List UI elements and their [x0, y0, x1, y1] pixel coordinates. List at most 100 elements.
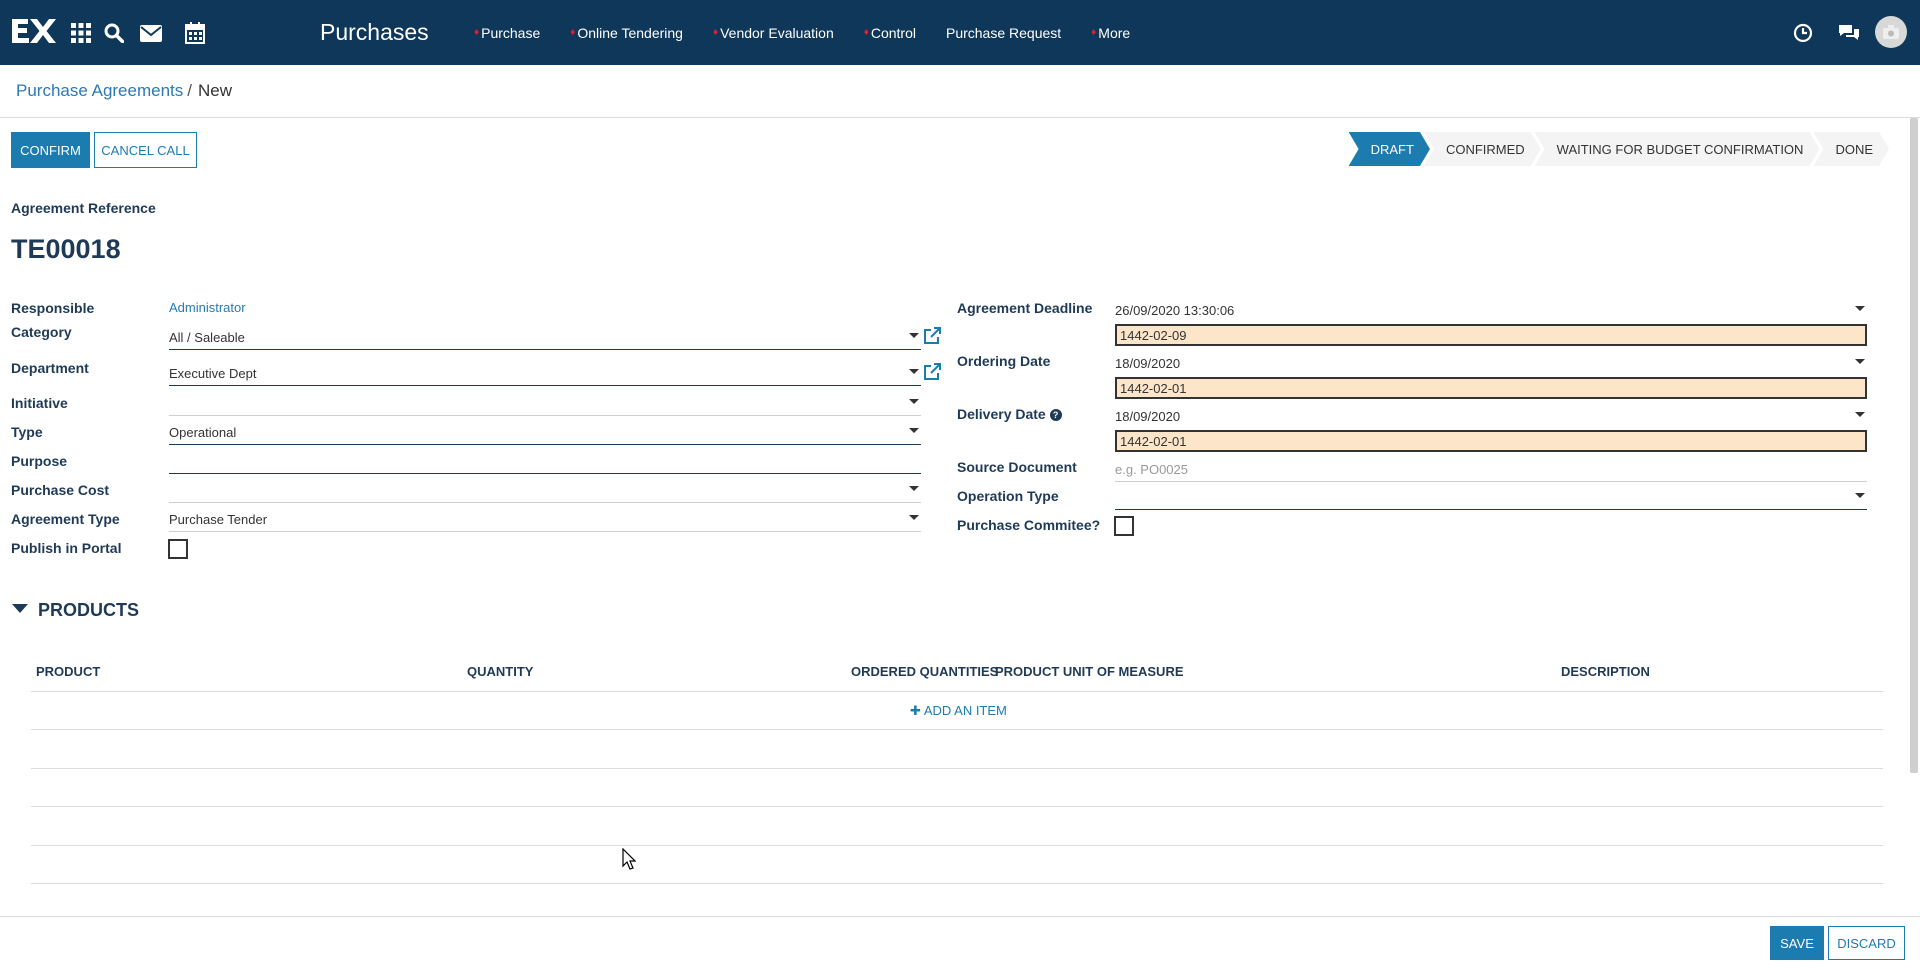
- menu-item-purchase-request[interactable]: Purchase Request: [946, 25, 1061, 41]
- confirm-button[interactable]: CONFIRM: [11, 132, 90, 168]
- delivery-date-value: 18/09/2020: [1115, 409, 1181, 424]
- menu-item-purchase[interactable]: ♦ Purchase: [474, 25, 540, 41]
- column-header-description[interactable]: DESCRIPTION: [1561, 664, 1650, 679]
- purchase-committee-checkbox[interactable]: [1114, 516, 1134, 536]
- discard-button[interactable]: DISCARD: [1828, 926, 1905, 960]
- purpose-label: Purpose: [11, 453, 68, 469]
- table-row: [31, 769, 1883, 807]
- chevron-down-icon: [1855, 493, 1865, 498]
- category-value: All / Saleable: [169, 330, 245, 345]
- dropdown-dot-icon: ♦: [712, 27, 719, 38]
- chevron-down-icon: [909, 333, 919, 338]
- chevron-down-icon: [909, 486, 919, 491]
- search-icon[interactable]: [101, 20, 127, 46]
- dropdown-dot-icon: ♦: [863, 27, 869, 38]
- activity-clock-icon[interactable]: [1790, 20, 1816, 46]
- source-document-label: Source Document: [957, 459, 1077, 475]
- department-value: Executive Dept: [169, 366, 257, 381]
- status-stage-done[interactable]: DONE: [1813, 132, 1889, 166]
- delivery-date-input[interactable]: 18/09/2020: [1115, 403, 1867, 429]
- category-label: Category: [11, 324, 72, 340]
- column-header-quantity[interactable]: QUANTITY: [467, 664, 533, 679]
- external-link-icon[interactable]: [922, 362, 942, 382]
- breadcrumb: Purchase Agreements / New: [16, 81, 232, 101]
- ordering-date-value: 18/09/2020: [1115, 356, 1181, 371]
- status-stage-waiting-budget[interactable]: WAITING FOR BUDGET CONFIRMATION: [1535, 132, 1820, 166]
- responsible-value-link[interactable]: Administrator: [169, 300, 246, 315]
- agreement-type-value: Purchase Tender: [169, 512, 268, 527]
- top-navbar: Purchases ♦ Purchase ♦ Online Tendering ♦ V…: [0, 0, 1920, 65]
- save-button[interactable]: SAVE: [1770, 926, 1824, 960]
- products-section-toggle[interactable]: PRODUCTS: [12, 600, 139, 621]
- agreement-reference-value: TE00018: [11, 234, 121, 264]
- action-bar: CONFIRM CANCEL CALL DRAFT CONFIRMED WAIT…: [0, 118, 1905, 184]
- menu-item-control[interactable]: ♦ Control: [864, 25, 916, 41]
- initiative-label: Initiative: [11, 395, 68, 411]
- column-header-ordered-quantities[interactable]: ORDERED QUANTITIES: [851, 664, 998, 679]
- agreement-deadline-value: 26/09/2020 13:30:06: [1115, 303, 1235, 318]
- chevron-down-icon: [1855, 412, 1865, 417]
- breadcrumb-bar: Purchase Agreements / New: [0, 65, 1920, 118]
- user-avatar[interactable]: [1875, 16, 1907, 48]
- column-header-product-uom[interactable]: PRODUCT UNIT OF MEASURE: [995, 664, 1184, 679]
- calendar-icon[interactable]: [182, 20, 208, 46]
- type-value: Operational: [169, 425, 237, 440]
- plus-icon: ✚: [910, 703, 921, 718]
- chevron-down-icon: [909, 369, 919, 374]
- chat-icon[interactable]: [1836, 20, 1862, 46]
- initiative-select[interactable]: [169, 390, 921, 416]
- products-table-header: PRODUCT QUANTITY ORDERED QUANTITIES PROD…: [31, 652, 1883, 692]
- agreement-type-select[interactable]: Purchase Tender: [169, 506, 921, 532]
- table-row: [31, 846, 1883, 884]
- app-logo-icon[interactable]: [10, 16, 56, 46]
- scrollbar[interactable]: [1910, 118, 1918, 773]
- publish-in-portal-checkbox[interactable]: [168, 539, 188, 559]
- dropdown-dot-icon: ♦: [474, 27, 480, 38]
- type-select[interactable]: Operational: [169, 419, 921, 445]
- menu-label: Purchase Request: [945, 24, 1062, 41]
- menu-label: Purchase: [481, 24, 541, 41]
- chevron-down-icon: [909, 515, 919, 520]
- menu-label: More: [1098, 24, 1131, 41]
- caret-down-icon: [12, 604, 28, 613]
- ordering-date-label: Ordering Date: [957, 353, 1051, 369]
- type-label: Type: [11, 424, 43, 440]
- operation-type-select[interactable]: [1115, 484, 1867, 510]
- agreement-deadline-label: Agreement Deadline: [957, 300, 1093, 316]
- menu-item-online-tendering[interactable]: ♦ Online Tendering: [570, 25, 683, 41]
- agreement-deadline-input[interactable]: 26/09/2020 13:30:06: [1115, 297, 1867, 323]
- category-select[interactable]: All / Saleable: [169, 324, 921, 350]
- status-stage-draft[interactable]: DRAFT: [1349, 132, 1430, 166]
- menu-item-more[interactable]: ♦ More: [1091, 25, 1130, 41]
- delivery-date-hijri-field[interactable]: 1442-02-01: [1115, 430, 1867, 452]
- mouse-cursor-icon: [622, 847, 637, 870]
- apps-grid-icon[interactable]: [68, 20, 94, 46]
- purchase-cost-select[interactable]: [169, 477, 921, 503]
- cancel-call-button[interactable]: CANCEL CALL: [94, 132, 197, 168]
- mail-icon[interactable]: [138, 20, 164, 46]
- external-link-icon[interactable]: [922, 326, 942, 346]
- agreement-reference-label: Agreement Reference: [11, 200, 156, 216]
- help-question-icon[interactable]: ?: [1049, 409, 1062, 421]
- add-an-item-label: ADD AN ITEM: [923, 703, 1007, 718]
- menu-label: Online Tendering: [577, 24, 683, 41]
- ordering-date-hijri-field[interactable]: 1442-02-01: [1115, 377, 1867, 399]
- publish-in-portal-label: Publish in Portal: [11, 540, 122, 556]
- source-document-input[interactable]: e.g. PO0025: [1115, 456, 1867, 482]
- ordering-date-input[interactable]: 18/09/2020: [1115, 350, 1867, 376]
- breadcrumb-parent-link[interactable]: Purchase Agreements: [16, 81, 183, 100]
- purpose-input[interactable]: [169, 448, 921, 474]
- column-header-product[interactable]: PRODUCT: [36, 664, 100, 679]
- menu-item-vendor-evaluation[interactable]: ♦ Vendor Evaluation: [713, 25, 834, 41]
- top-menu: ♦ Purchase ♦ Online Tendering ♦ Vendor Eval…: [474, 0, 1160, 65]
- delivery-date-label: Delivery Date ?: [957, 406, 1062, 422]
- menu-label: Vendor Evaluation: [720, 24, 834, 41]
- app-title: Purchases: [320, 19, 429, 45]
- agreement-deadline-hijri-field[interactable]: 1442-02-09: [1115, 324, 1867, 346]
- department-label: Department: [11, 360, 89, 376]
- menu-label: Control: [870, 24, 916, 41]
- department-select[interactable]: Executive Dept: [169, 360, 921, 386]
- status-stage-confirmed[interactable]: CONFIRMED: [1424, 132, 1541, 166]
- dropdown-dot-icon: ♦: [1091, 27, 1097, 38]
- add-an-item-link[interactable]: ✚ ADD AN ITEM: [910, 703, 1007, 719]
